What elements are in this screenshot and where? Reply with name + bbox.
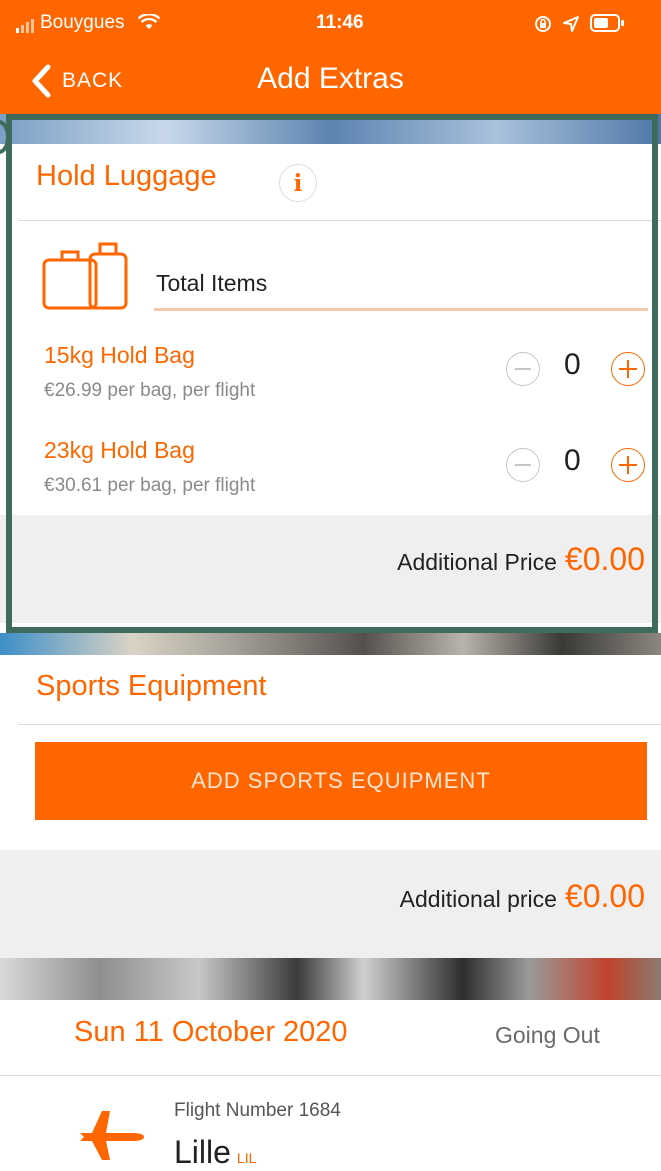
flight-direction: Going Out bbox=[495, 1022, 600, 1048]
section-title-sports-equipment: Sports Equipment bbox=[36, 670, 267, 702]
flight-city: Lille bbox=[174, 1134, 231, 1170]
add-sports-equipment-label: ADD SPORTS EQUIPMENT bbox=[191, 768, 491, 793]
status-bar: Bouygues 11:46 bbox=[0, 0, 661, 46]
flight-city-row: Lille LIL bbox=[174, 1134, 256, 1171]
bag-name: 23kg Hold Bag bbox=[44, 437, 195, 463]
plus-icon bbox=[619, 360, 637, 378]
banner-image bbox=[0, 633, 661, 655]
flight-date: Sun 11 October 2020 bbox=[74, 1016, 348, 1048]
page-title: Add Extras bbox=[257, 62, 404, 95]
additional-price-value: €0.00 bbox=[564, 541, 645, 577]
banner-image bbox=[0, 958, 661, 1000]
nav-bar: BACK Add Extras bbox=[0, 46, 661, 114]
plus-icon bbox=[619, 456, 637, 474]
additional-price-row: Additional Price €0.00 bbox=[397, 541, 645, 578]
clock-time: 11:46 bbox=[316, 12, 364, 33]
total-items-underline bbox=[154, 308, 648, 311]
additional-price-box: Additional price €0.00 bbox=[0, 850, 661, 958]
orientation-lock-icon bbox=[534, 15, 552, 39]
quantity-value: 0 bbox=[564, 348, 581, 381]
info-icon: i bbox=[293, 169, 303, 197]
decrease-button[interactable] bbox=[506, 352, 540, 386]
increase-button[interactable] bbox=[611, 448, 645, 482]
divider bbox=[18, 220, 661, 221]
signal-icon bbox=[16, 17, 38, 39]
location-icon bbox=[562, 15, 580, 39]
carrier-name: Bouygues bbox=[40, 12, 125, 33]
bag-price: €30.61 per bag, per flight bbox=[44, 475, 256, 496]
quantity-value: 0 bbox=[564, 444, 581, 477]
additional-price-row: Additional price €0.00 bbox=[400, 878, 645, 915]
bag-name: 15kg Hold Bag bbox=[44, 342, 195, 368]
flight-number: Flight Number 1684 bbox=[174, 1100, 341, 1121]
divider bbox=[18, 724, 661, 725]
airplane-icon bbox=[76, 1106, 148, 1165]
banner-image bbox=[0, 114, 661, 144]
additional-price-box: Additional Price €0.00 bbox=[0, 515, 661, 623]
add-sports-equipment-button[interactable]: ADD SPORTS EQUIPMENT bbox=[35, 742, 647, 820]
additional-price-label: Additional price bbox=[399, 886, 557, 912]
wifi-icon bbox=[137, 13, 161, 36]
bag-price: €26.99 per bag, per flight bbox=[44, 380, 256, 401]
section-title-hold-luggage: Hold Luggage bbox=[36, 160, 217, 192]
divider bbox=[0, 1075, 661, 1076]
increase-button[interactable] bbox=[611, 352, 645, 386]
luggage-icon bbox=[40, 240, 130, 317]
decrease-button[interactable] bbox=[506, 448, 540, 482]
flight-city-code: LIL bbox=[236, 1150, 257, 1166]
info-button[interactable]: i bbox=[279, 164, 317, 202]
additional-price-value: €0.00 bbox=[564, 878, 645, 914]
battery-icon bbox=[590, 14, 626, 38]
minus-icon bbox=[515, 464, 531, 466]
total-items-label: Total Items bbox=[156, 270, 268, 296]
minus-icon bbox=[515, 368, 531, 370]
additional-price-label: Additional Price bbox=[397, 549, 557, 575]
